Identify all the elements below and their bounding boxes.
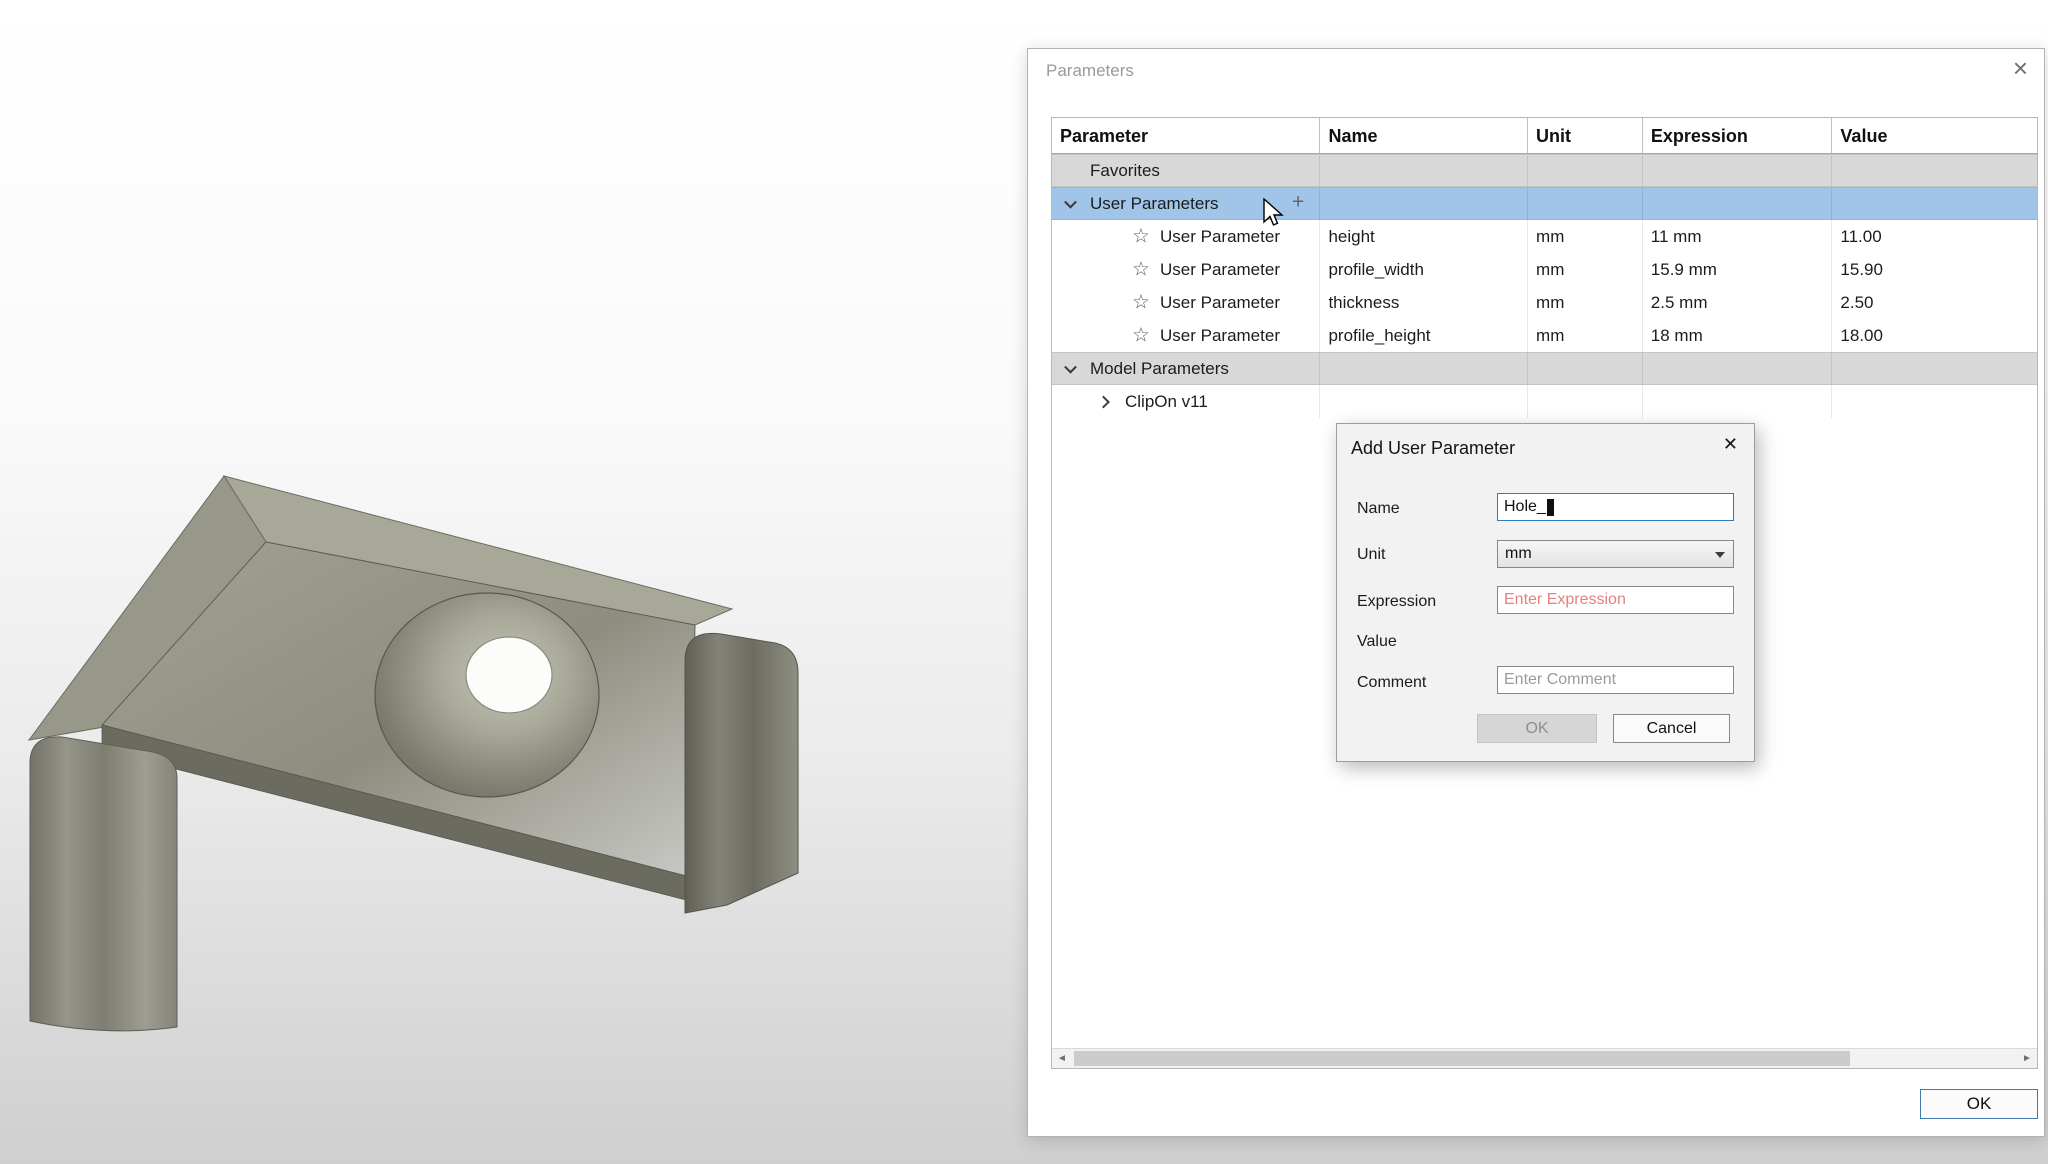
window-title: Parameters — [1046, 61, 1134, 81]
mouse-cursor-icon — [1262, 198, 1288, 233]
col-unit[interactable]: Unit — [1528, 118, 1643, 153]
chevron-down-icon[interactable] — [1064, 360, 1077, 373]
param-name[interactable]: profile_height — [1320, 326, 1430, 346]
unit-dropdown[interactable]: mm — [1497, 540, 1734, 568]
chevron-down-icon[interactable] — [1064, 195, 1077, 208]
col-name[interactable]: Name — [1320, 118, 1528, 153]
table-row-profile-width[interactable]: ☆ User Parameter profile_width mm 15.9 m… — [1052, 253, 2037, 286]
comment-label: Comment — [1357, 674, 1426, 692]
add-user-parameter-dialog: Add User Parameter ✕ Name Hole_ Unit mm … — [1336, 423, 1755, 762]
param-expression[interactable]: 2.5 mm — [1643, 293, 1708, 313]
clipon-label: ClipOn v11 — [1125, 392, 1208, 412]
unit-label: Unit — [1357, 546, 1385, 564]
param-expression[interactable]: 18 mm — [1643, 326, 1703, 346]
row-favorites[interactable]: Favorites — [1052, 154, 2037, 187]
expression-label: Expression — [1357, 593, 1436, 611]
chevron-right-icon[interactable] — [1097, 395, 1110, 408]
value-label: Value — [1357, 633, 1397, 651]
dialog-ok-button[interactable]: OK — [1477, 714, 1597, 743]
close-icon[interactable]: × — [2013, 55, 2028, 81]
ok-button[interactable]: OK — [1920, 1089, 2038, 1119]
param-name[interactable]: height — [1320, 227, 1374, 247]
row-user-parameters-group[interactable]: User Parameters + — [1052, 187, 2037, 220]
star-icon[interactable]: ☆ — [1132, 322, 1150, 347]
param-unit[interactable]: mm — [1528, 326, 1564, 346]
model-parameters-label: Model Parameters — [1090, 359, 1229, 379]
user-parameters-label: User Parameters — [1090, 194, 1218, 214]
table-header: Parameter Name Unit Expression Value — [1052, 118, 2037, 154]
star-icon[interactable]: ☆ — [1132, 223, 1150, 248]
param-name[interactable]: thickness — [1320, 293, 1399, 313]
cancel-button[interactable]: Cancel — [1613, 714, 1730, 743]
comment-input[interactable] — [1497, 666, 1734, 694]
param-value: 2.50 — [1832, 293, 1873, 313]
col-value[interactable]: Value — [1832, 118, 2037, 153]
chevron-down-icon — [1715, 552, 1725, 558]
param-value: 18.00 — [1832, 326, 1883, 346]
star-icon[interactable]: ☆ — [1132, 289, 1150, 314]
param-value: 15.90 — [1832, 260, 1883, 280]
param-unit[interactable]: mm — [1528, 260, 1564, 280]
param-name[interactable]: profile_width — [1320, 260, 1423, 280]
name-label: Name — [1357, 500, 1400, 518]
row-type-label: User Parameter — [1160, 326, 1280, 346]
3d-viewport[interactable] — [27, 463, 807, 1048]
name-value: Hole_ — [1504, 498, 1546, 516]
table-row-thickness[interactable]: ☆ User Parameter thickness mm 2.5 mm 2.5… — [1052, 286, 2037, 319]
param-unit[interactable]: mm — [1528, 293, 1564, 313]
param-expression[interactable]: 15.9 mm — [1643, 260, 1717, 280]
dialog-title: Add User Parameter — [1351, 438, 1515, 459]
scroll-right-icon[interactable]: ► — [2017, 1049, 2037, 1068]
table-row-height[interactable]: ☆ User Parameter height mm 11 mm 11.00 — [1052, 220, 2037, 253]
unit-value: mm — [1505, 545, 1532, 563]
col-expression[interactable]: Expression — [1643, 118, 1833, 153]
row-clipon[interactable]: ClipOn v11 — [1052, 385, 2037, 418]
table-row-profile-height[interactable]: ☆ User Parameter profile_height mm 18 mm… — [1052, 319, 2037, 352]
param-value: 11.00 — [1832, 227, 1881, 247]
param-unit[interactable]: mm — [1528, 227, 1564, 247]
text-caret — [1547, 499, 1554, 516]
col-parameter[interactable]: Parameter — [1052, 118, 1320, 153]
scroll-left-icon[interactable]: ◄ — [1052, 1049, 1072, 1068]
row-model-parameters-group[interactable]: Model Parameters — [1052, 352, 2037, 385]
horizontal-scrollbar[interactable]: ◄ ► — [1052, 1048, 2037, 1068]
row-type-label: User Parameter — [1160, 293, 1280, 313]
close-icon[interactable]: ✕ — [1723, 435, 1738, 453]
param-expression[interactable]: 11 mm — [1643, 227, 1702, 247]
favorites-label: Favorites — [1090, 161, 1160, 181]
add-user-parameter-icon[interactable]: + — [1292, 190, 1304, 214]
clip-model — [27, 463, 807, 1048]
star-icon[interactable]: ☆ — [1132, 256, 1150, 281]
row-type-label: User Parameter — [1160, 260, 1280, 280]
expression-input[interactable] — [1497, 586, 1734, 614]
scrollbar-thumb[interactable] — [1074, 1051, 1850, 1066]
name-input[interactable]: Hole_ — [1497, 493, 1734, 521]
